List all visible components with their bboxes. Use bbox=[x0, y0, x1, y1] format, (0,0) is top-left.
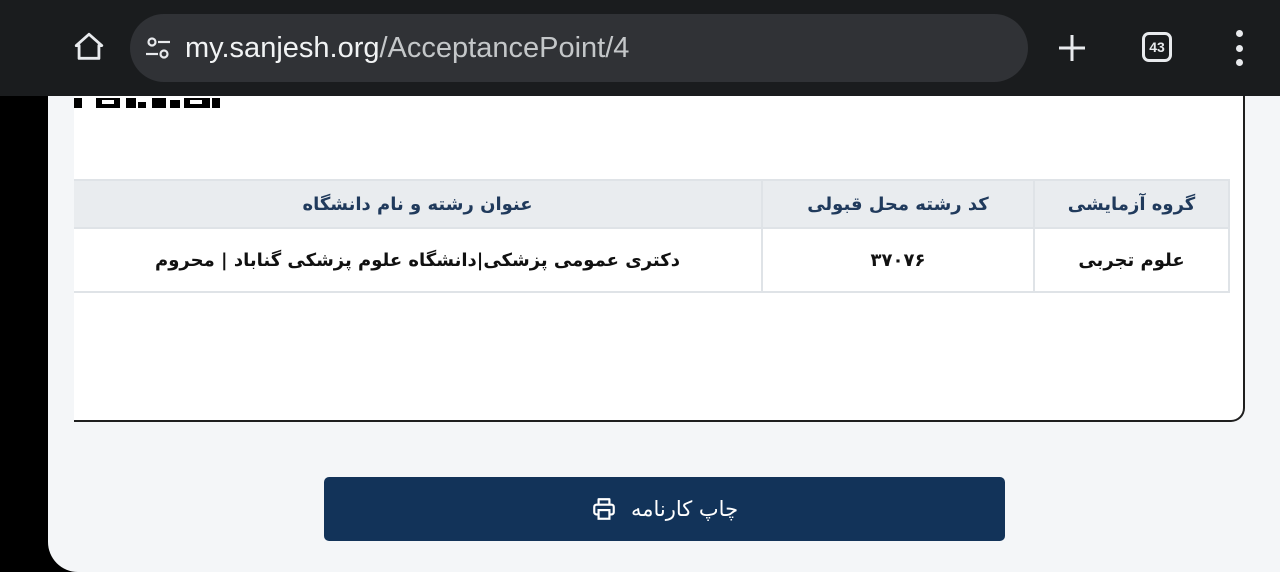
header-exam-group: گروه آزمایشی bbox=[1033, 179, 1230, 229]
result-card: گروه آزمایشی کد رشته محل قبولی عنوان رشت… bbox=[74, 96, 1245, 422]
url-path: /AcceptancePoint/4 bbox=[379, 32, 630, 64]
header-field-title: عنوان رشته و نام دانشگاه bbox=[74, 179, 763, 229]
menu-dot bbox=[1235, 44, 1243, 52]
print-report-button[interactable]: چاپ کارنامه bbox=[324, 477, 1005, 541]
tab-switcher-button[interactable]: 43 bbox=[1142, 32, 1172, 62]
tune-icon[interactable] bbox=[144, 34, 172, 62]
plus-icon bbox=[1059, 35, 1085, 61]
qr-code-fragment bbox=[74, 98, 220, 108]
menu-dot bbox=[1235, 59, 1243, 66]
table-row: علوم تجربی ۳۷۰۷۶ دکتری عمومی پزشکی|دانشگ… bbox=[74, 227, 1230, 293]
acceptance-result-table: گروه آزمایشی کد رشته محل قبولی عنوان رشت… bbox=[74, 179, 1230, 293]
cell-exam-group: علوم تجربی bbox=[1033, 227, 1230, 293]
header-field-code: کد رشته محل قبولی bbox=[761, 179, 1035, 229]
url-text[interactable]: my.sanjesh.org/AcceptancePoint/4 bbox=[185, 14, 629, 82]
address-bar[interactable]: my.sanjesh.org/AcceptancePoint/4 bbox=[130, 14, 1028, 82]
tab-count: 43 bbox=[1149, 39, 1165, 55]
new-tab-button[interactable] bbox=[1050, 26, 1094, 70]
cell-field-title: دکتری عمومی پزشکی|دانشگاه علوم پزشکی گنا… bbox=[74, 227, 763, 293]
menu-dot bbox=[1235, 30, 1243, 37]
home-icon bbox=[74, 32, 104, 60]
print-button-label: چاپ کارنامه bbox=[630, 497, 739, 521]
page-content: گروه آزمایشی کد رشته محل قبولی عنوان رشت… bbox=[48, 96, 1280, 572]
more-menu-button[interactable] bbox=[1222, 30, 1256, 66]
printer-icon bbox=[591, 496, 617, 522]
browser-toolbar: my.sanjesh.org/AcceptancePoint/4 43 bbox=[0, 0, 1280, 96]
url-host: my.sanjesh.org bbox=[185, 32, 380, 64]
table-header-row: گروه آزمایشی کد رشته محل قبولی عنوان رشت… bbox=[74, 179, 1230, 229]
cell-field-code: ۳۷۰۷۶ bbox=[761, 227, 1035, 293]
home-button[interactable] bbox=[68, 26, 110, 68]
